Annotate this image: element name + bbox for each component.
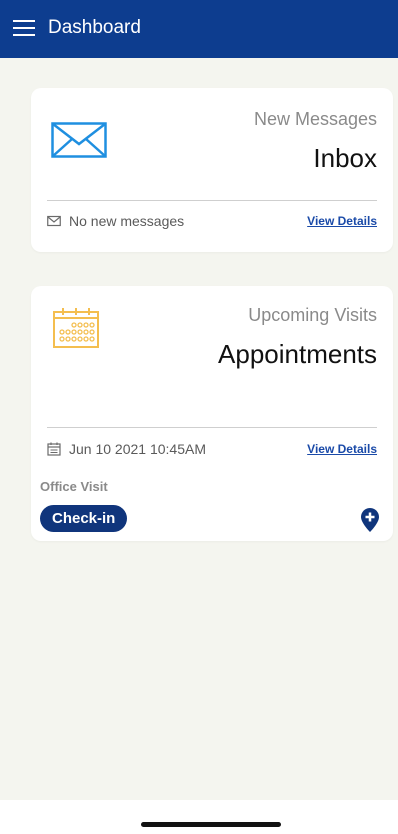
envelope-icon bbox=[51, 122, 107, 158]
appointment-date-text: Jun 10 2021 10:45AM bbox=[69, 441, 206, 457]
inbox-card[interactable]: New Messages Inbox No new messages View … bbox=[31, 88, 393, 252]
visit-type-label: Office Visit bbox=[40, 479, 108, 494]
hamburger-menu-icon[interactable] bbox=[13, 17, 35, 39]
envelope-icon bbox=[47, 215, 61, 227]
inbox-footer: No new messages View Details bbox=[47, 211, 377, 231]
appointments-card[interactable]: Upcoming Visits Appointments Jun 10 2021… bbox=[31, 286, 393, 541]
bottom-bar bbox=[0, 800, 398, 834]
appointments-subtitle: Upcoming Visits bbox=[248, 305, 377, 325]
calendar-icon bbox=[53, 308, 99, 348]
location-pin-icon[interactable] bbox=[361, 508, 379, 532]
home-indicator[interactable] bbox=[141, 822, 281, 827]
messages-status-text: No new messages bbox=[69, 213, 185, 229]
divider bbox=[47, 427, 377, 428]
inbox-title: Inbox bbox=[313, 143, 377, 173]
check-in-button[interactable]: Check-in bbox=[40, 505, 128, 532]
appointments-view-details-link[interactable]: View Details bbox=[307, 442, 377, 456]
divider bbox=[47, 200, 377, 201]
app-bar: Dashboard bbox=[0, 0, 398, 58]
appointment-footer: Jun 10 2021 10:45AM View Details bbox=[47, 439, 377, 459]
calendar-icon bbox=[47, 442, 61, 456]
inbox-subtitle: New Messages bbox=[253, 109, 377, 129]
inbox-view-details-link[interactable]: View Details bbox=[307, 214, 377, 228]
page-title: Dashboard bbox=[48, 17, 141, 38]
appointments-title: Appointments bbox=[218, 339, 377, 369]
